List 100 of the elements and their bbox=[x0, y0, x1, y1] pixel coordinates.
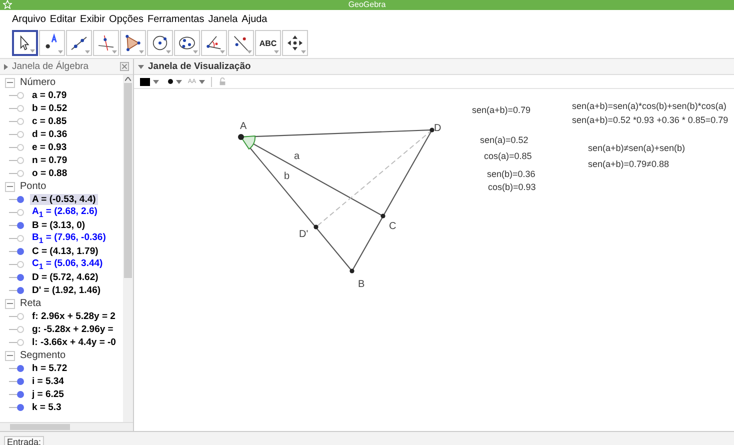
visibility-toggle[interactable] bbox=[17, 118, 24, 125]
point[interactable] bbox=[380, 214, 386, 218]
collapse-icon[interactable] bbox=[5, 78, 15, 88]
algebra-item[interactable]: h = 5.72 bbox=[30, 363, 70, 374]
menu-item[interactable]: Arquivo bbox=[12, 14, 46, 25]
visibility-toggle[interactable] bbox=[17, 287, 24, 294]
algebra-item[interactable]: d = 0.36 bbox=[30, 129, 70, 140]
dropdown-icon bbox=[220, 50, 225, 54]
visibility-toggle[interactable] bbox=[17, 378, 24, 385]
dropdown-icon bbox=[301, 50, 306, 54]
reflection-icon bbox=[231, 33, 251, 53]
algebra-item[interactable]: o = 0.88 bbox=[30, 168, 70, 179]
algebra-item[interactable]: B = (3.13, 0) bbox=[30, 220, 88, 231]
algebra-item[interactable]: i = 5.34 bbox=[30, 376, 66, 387]
visibility-toggle[interactable] bbox=[17, 131, 24, 138]
triangle-icon bbox=[123, 33, 143, 53]
visibility-toggle[interactable] bbox=[17, 209, 24, 216]
caret-icon[interactable] bbox=[199, 80, 206, 84]
collapse-icon[interactable] bbox=[5, 350, 15, 360]
segment-label: a bbox=[294, 151, 300, 162]
visibility-toggle[interactable] bbox=[17, 222, 24, 229]
visibility-toggle[interactable] bbox=[17, 105, 24, 112]
visibility-toggle[interactable] bbox=[17, 92, 24, 99]
category-label[interactable]: Reta bbox=[20, 298, 42, 309]
algebra-item[interactable]: f: 2.96x + 5.28y = 2 bbox=[30, 311, 118, 322]
visibility-toggle[interactable] bbox=[17, 157, 24, 164]
visibility-toggle[interactable] bbox=[17, 248, 24, 255]
visibility-toggle[interactable] bbox=[17, 365, 24, 372]
algebra-item[interactable]: D = (5.72, 4.62) bbox=[30, 272, 100, 283]
visibility-toggle[interactable] bbox=[17, 261, 24, 268]
visibility-toggle[interactable] bbox=[17, 326, 24, 333]
visibility-toggle[interactable] bbox=[17, 170, 24, 177]
tool-button[interactable] bbox=[12, 30, 38, 56]
formula-text: sen(a+b)=0.79 bbox=[472, 105, 531, 115]
dropdown-icon bbox=[166, 50, 171, 54]
visibility-toggle[interactable] bbox=[17, 404, 24, 411]
point-label: A bbox=[240, 121, 247, 132]
point-style-icon[interactable] bbox=[168, 79, 173, 84]
dropdown-icon bbox=[139, 50, 144, 54]
visibility-toggle[interactable] bbox=[17, 274, 24, 281]
algebra-item[interactable]: c = 0.85 bbox=[30, 116, 69, 127]
formula-text: sen(a+b)=0.52 *0.93 +0.36 * 0.85=0.79 bbox=[572, 115, 728, 125]
algebra-item[interactable]: k = 5.3 bbox=[30, 402, 64, 413]
point[interactable] bbox=[430, 128, 434, 132]
point-label: C bbox=[389, 221, 396, 232]
visibility-toggle[interactable] bbox=[17, 339, 24, 346]
algebra-item[interactable]: C = (4.13, 1.79) bbox=[30, 246, 100, 257]
visibility-toggle[interactable] bbox=[17, 391, 24, 398]
menu-item[interactable]: Janela bbox=[208, 14, 238, 25]
algebra-item[interactable]: j = 6.25 bbox=[30, 389, 66, 400]
horizontal-scrollbar[interactable] bbox=[0, 422, 133, 431]
algebra-item[interactable]: a = 0.79 bbox=[30, 90, 69, 101]
collapse-icon[interactable] bbox=[5, 182, 15, 192]
point[interactable] bbox=[238, 134, 244, 140]
visibility-toggle[interactable] bbox=[17, 235, 24, 242]
expand-icon[interactable] bbox=[4, 64, 8, 70]
algebra-item[interactable]: D' = (1.92, 1.46) bbox=[30, 285, 103, 296]
visibility-toggle[interactable] bbox=[17, 313, 24, 320]
tool-button[interactable]: ABC bbox=[255, 30, 281, 56]
dropdown-icon bbox=[85, 50, 90, 54]
algebra-item[interactable]: l: -3.66x + 4.4y = -0 bbox=[30, 337, 118, 348]
collapse-icon[interactable] bbox=[5, 298, 15, 308]
formula-text: sen(b)=0.36 bbox=[487, 169, 536, 179]
point-label: D bbox=[434, 123, 442, 134]
algebra-item[interactable]: B$_{1}$ = (7.96, -0.36) bbox=[30, 232, 108, 245]
algebra-item[interactable]: e = 0.93 bbox=[30, 142, 69, 153]
formula-text: sen(a+b)=0.79≠0.88 bbox=[588, 159, 669, 169]
close-icon[interactable] bbox=[120, 62, 129, 71]
menu-item[interactable]: Exibir bbox=[80, 14, 106, 25]
collapse-icon[interactable] bbox=[138, 64, 144, 68]
dropdown-icon bbox=[193, 50, 198, 54]
color-picker[interactable] bbox=[140, 78, 150, 86]
point-label: D' bbox=[299, 229, 308, 240]
formula-text: sen(a+b)≠sen(a)+sen(b) bbox=[588, 143, 685, 153]
dropdown-icon bbox=[247, 50, 252, 54]
algebra-item[interactable]: g: -5.28x + 2.96y = bbox=[30, 324, 116, 335]
category-label[interactable]: Número bbox=[20, 77, 56, 88]
algebra-item[interactable]: A$_{1}$ = (2.68, 2.6) bbox=[30, 206, 100, 219]
perpendicular-lines-icon bbox=[96, 33, 116, 53]
menu-item[interactable]: Ajuda bbox=[242, 14, 268, 25]
algebra-item[interactable]: b = 0.52 bbox=[30, 103, 70, 114]
formula-text: cos(a)=0.85 bbox=[484, 151, 532, 161]
scroll-up-icon[interactable] bbox=[125, 77, 131, 81]
panel-title: Janela de Álgebra bbox=[12, 61, 90, 72]
algebra-item[interactable]: C$_{1}$ = (5.06, 3.44) bbox=[30, 258, 105, 271]
visibility-toggle[interactable] bbox=[17, 196, 24, 203]
menu-item[interactable]: Opções bbox=[109, 14, 144, 25]
category-label[interactable]: Segmento bbox=[20, 350, 66, 361]
category-label[interactable]: Ponto bbox=[20, 181, 46, 192]
algebra-item[interactable]: n = 0.79 bbox=[30, 155, 70, 166]
dropdown-icon bbox=[112, 50, 117, 54]
menu-item[interactable]: Ferramentas bbox=[148, 14, 204, 25]
visibility-toggle[interactable] bbox=[17, 144, 24, 151]
algebra-item[interactable]: A = (-0.53, 4.4) bbox=[30, 194, 98, 205]
scrollbar[interactable] bbox=[123, 75, 133, 422]
caret-icon[interactable] bbox=[153, 80, 159, 84]
menu-item[interactable]: Editar bbox=[50, 14, 76, 25]
point[interactable] bbox=[350, 268, 354, 274]
caret-icon[interactable] bbox=[176, 80, 182, 84]
point[interactable] bbox=[314, 224, 318, 230]
